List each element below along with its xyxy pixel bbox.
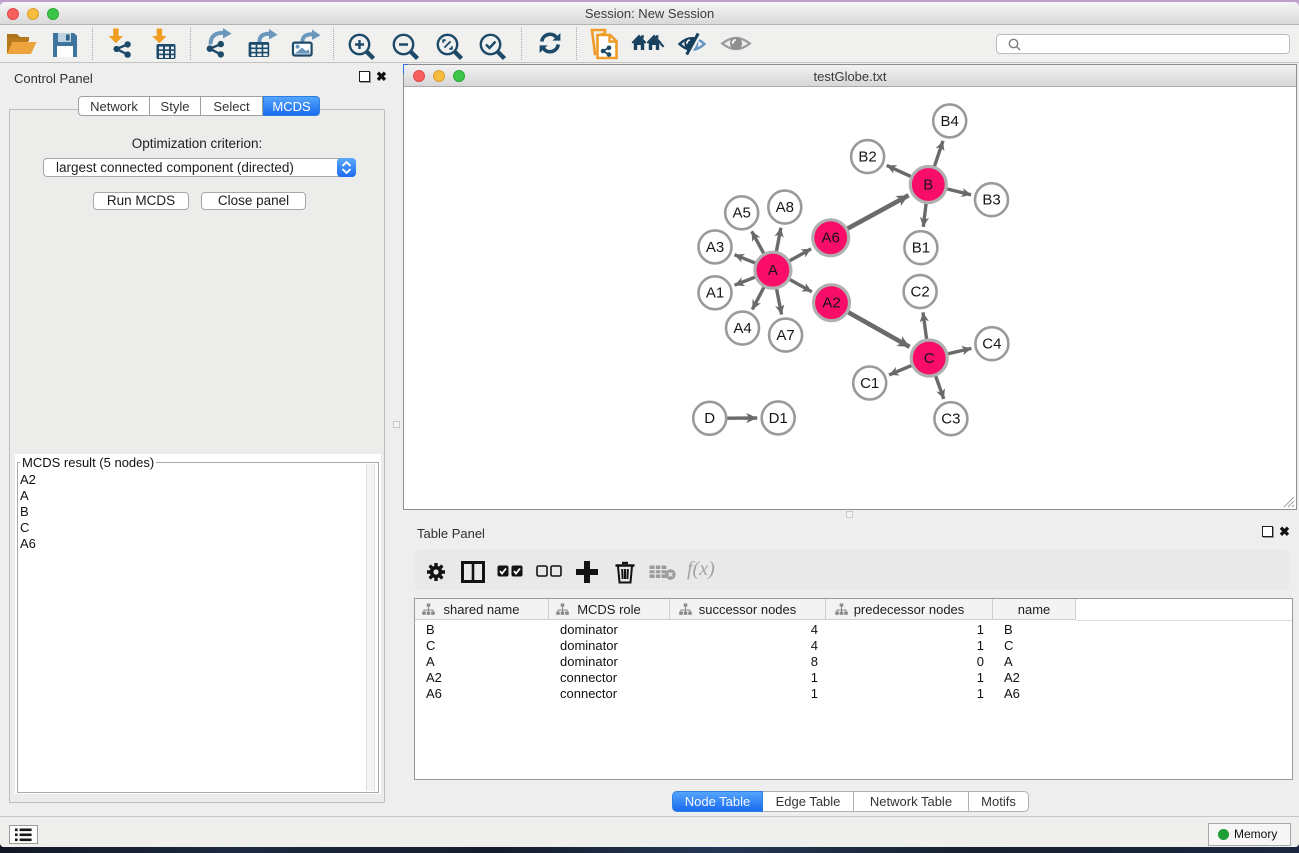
svg-text:A4: A4 bbox=[733, 320, 751, 337]
svg-text:A8: A8 bbox=[776, 199, 794, 216]
svg-text:C: C bbox=[924, 350, 935, 367]
svg-text:A1: A1 bbox=[706, 285, 724, 302]
svg-text:A7: A7 bbox=[776, 327, 794, 344]
svg-text:C2: C2 bbox=[911, 284, 930, 301]
svg-text:C3: C3 bbox=[941, 411, 960, 428]
svg-text:A2: A2 bbox=[822, 295, 840, 312]
svg-text:C1: C1 bbox=[860, 375, 879, 392]
svg-text:D1: D1 bbox=[769, 410, 788, 427]
svg-text:B4: B4 bbox=[941, 113, 959, 130]
svg-text:A3: A3 bbox=[706, 239, 724, 256]
svg-text:B1: B1 bbox=[912, 240, 930, 257]
svg-text:C4: C4 bbox=[982, 336, 1001, 353]
svg-text:D: D bbox=[704, 410, 715, 427]
svg-text:A: A bbox=[768, 262, 778, 279]
svg-text:B: B bbox=[923, 176, 933, 193]
svg-text:B3: B3 bbox=[982, 192, 1000, 209]
svg-text:A6: A6 bbox=[822, 230, 840, 247]
svg-text:B2: B2 bbox=[858, 149, 876, 166]
svg-text:A5: A5 bbox=[733, 205, 751, 222]
